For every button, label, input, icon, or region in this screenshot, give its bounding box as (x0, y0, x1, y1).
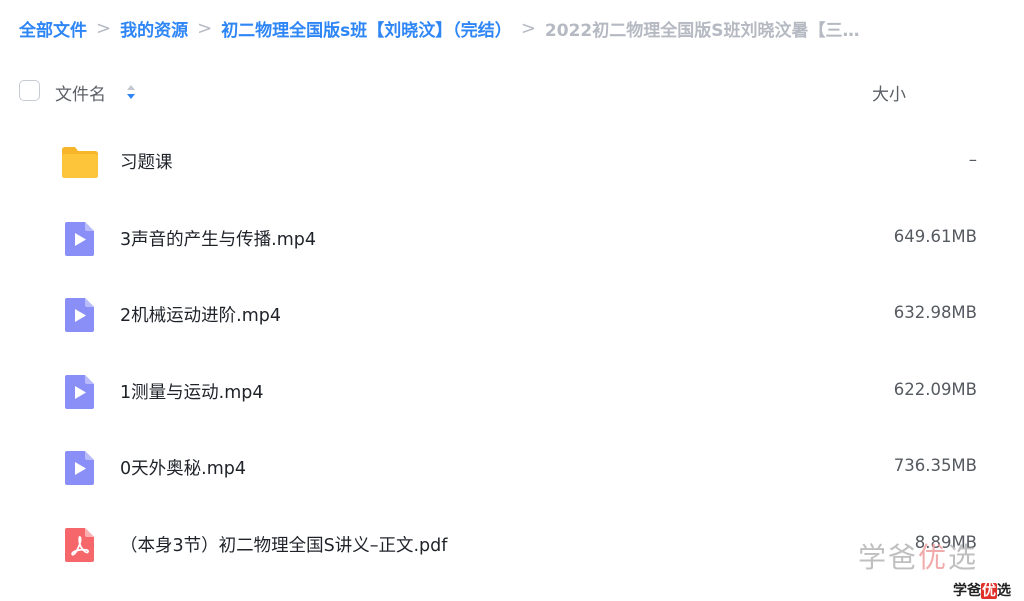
select-all-checkbox[interactable] (19, 80, 40, 101)
file-row-video[interactable]: 2机械运动进阶.mp4 632.98MB (0, 276, 1024, 353)
breadcrumb-separator-icon: > (520, 17, 536, 39)
watermark-large: 学爸优选 (858, 536, 978, 576)
file-name[interactable]: 3声音的产生与传播.mp4 (120, 226, 316, 251)
file-size: – (968, 150, 977, 169)
file-name[interactable]: （本身3节）初二物理全国S讲义–正文.pdf (120, 532, 447, 557)
video-file-icon (65, 374, 94, 409)
folder-icon (62, 147, 98, 178)
breadcrumb-item-all-files[interactable]: 全部文件 (19, 16, 87, 41)
video-file-icon (65, 221, 94, 256)
breadcrumb-separator-icon: > (96, 17, 112, 39)
file-list: 习题课 – 3声音的产生与传播.mp4 649.61MB 2机械运动进阶.mp4… (0, 123, 1024, 583)
file-row-video[interactable]: 0天外奥秘.mp4 736.35MB (0, 429, 1024, 506)
file-size: 632.98MB (893, 303, 977, 323)
watermark-text-highlight: 优 (981, 583, 997, 599)
watermark-text: 选 (948, 541, 979, 574)
file-name[interactable]: 习题课 (120, 149, 173, 174)
file-row-video[interactable]: 1测量与运动.mp4 622.09MB (0, 353, 1024, 430)
watermark-text: 学爸 (858, 541, 919, 574)
breadcrumb: 全部文件 > 我的资源 > 初二物理全国版s班【刘晓汶】（完结） > 2022初… (19, 14, 904, 42)
watermark-text-highlight: 优 (918, 541, 949, 574)
file-size: 622.09MB (893, 379, 977, 399)
breadcrumb-item-course-folder[interactable]: 初二物理全国版s班【刘晓汶】（完结） (221, 16, 512, 41)
file-list-header: 文件名 大小 (0, 72, 1024, 110)
breadcrumb-item-my-resources[interactable]: 我的资源 (120, 16, 188, 41)
video-file-icon (65, 298, 94, 333)
sort-icon[interactable] (125, 82, 137, 102)
watermark-text: 选 (997, 583, 1011, 599)
file-name[interactable]: 2机械运动进阶.mp4 (120, 302, 281, 327)
file-name[interactable]: 0天外奥秘.mp4 (120, 455, 246, 480)
watermark-small: 学爸优选 (953, 580, 1011, 600)
file-name[interactable]: 1测量与运动.mp4 (120, 379, 264, 404)
column-header-size[interactable]: 大小 (872, 80, 906, 105)
pdf-file-icon (65, 527, 94, 562)
video-file-icon (65, 451, 94, 486)
file-row-folder[interactable]: 习题课 – (0, 123, 1024, 200)
file-size: 649.61MB (893, 226, 977, 246)
breadcrumb-separator-icon: > (197, 17, 213, 39)
watermark-text: 学爸 (953, 583, 981, 599)
column-header-name[interactable]: 文件名 (55, 80, 106, 105)
file-size: 736.35MB (893, 456, 977, 476)
breadcrumb-item-current: 2022初二物理全国版S班刘晓汶暑【三… (544, 20, 860, 41)
file-row-video[interactable]: 3声音的产生与传播.mp4 649.61MB (0, 200, 1024, 277)
